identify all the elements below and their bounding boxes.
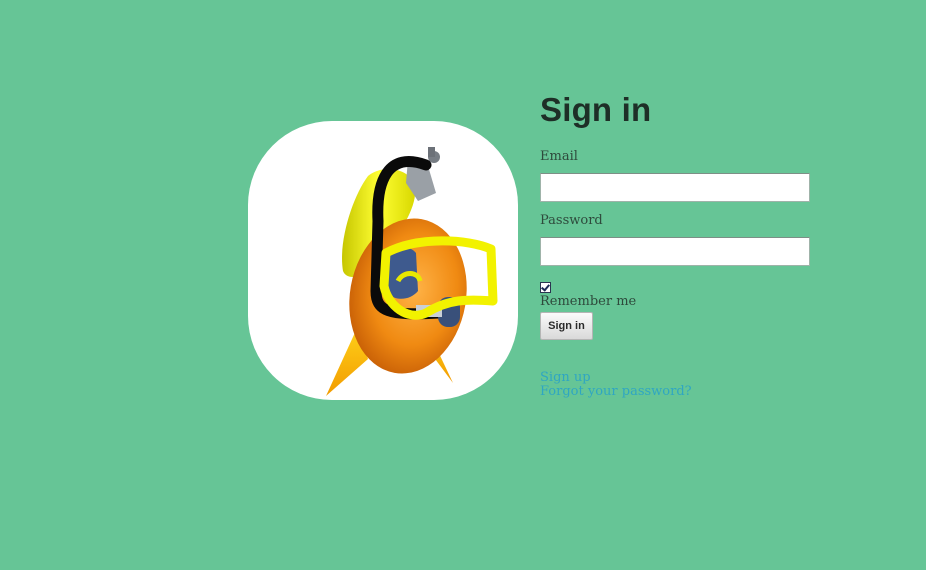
email-label: Email (540, 149, 578, 164)
email-field[interactable] (540, 173, 810, 202)
password-label: Password (540, 213, 603, 228)
forgot-password-link[interactable]: Forgot your password? (540, 385, 810, 399)
mascot-image (248, 121, 518, 400)
page-title: Sign in (540, 91, 652, 128)
password-field[interactable] (540, 237, 810, 266)
sign-up-link[interactable]: Sign up (540, 371, 810, 385)
sign-in-button[interactable]: Sign in (540, 312, 593, 340)
remember-me-label: Remember me (540, 294, 637, 309)
auth-links: Sign up Forgot your password? (540, 371, 810, 399)
remember-me-row: Remember me (540, 282, 810, 310)
sign-in-form: Sign in Email Password Remember me Sign … (540, 90, 810, 399)
remember-me-checkbox[interactable] (540, 282, 551, 293)
scuba-fish-mascot-icon (326, 147, 498, 396)
